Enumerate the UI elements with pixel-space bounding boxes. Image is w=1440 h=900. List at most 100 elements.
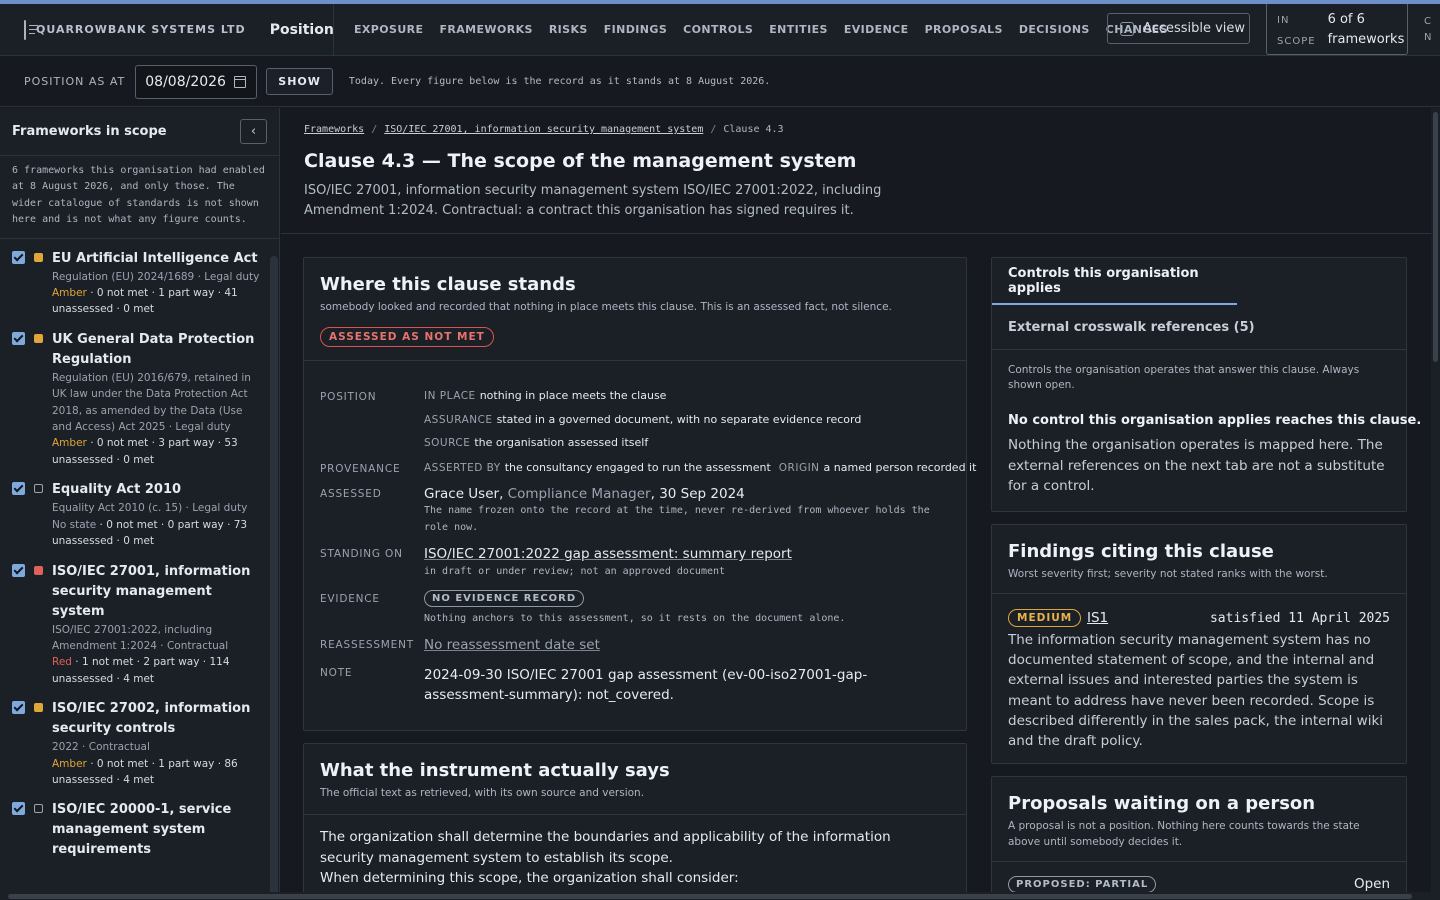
framework-item[interactable]: UK General Data Protection Regulation Re… [0, 318, 279, 468]
controls-note: Controls the organisation operates that … [1008, 364, 1360, 391]
evidence-note: Nothing anchors to this assessment, so i… [424, 613, 846, 624]
tab-controls-applied[interactable]: Controls this organisation applies [992, 258, 1237, 305]
framework-checkbox[interactable] [12, 802, 25, 816]
standing-note: in draft or under review; not an approve… [424, 566, 726, 577]
position-bar: POSITION AS AT 08/08/2026 SHOW Today. Ev… [0, 57, 1440, 107]
collapse-sidebar-button[interactable]: ‹ [240, 119, 267, 144]
evidence-row-label: EVIDENCE [320, 593, 380, 605]
position-date-value: 08/08/2026 [145, 73, 226, 90]
proposals-subtitle: A proposal is not a position. Nothing he… [1008, 820, 1360, 848]
finding-status: satisfied 11 April 2025 [1209, 611, 1390, 626]
proposals-card: Proposals waiting on a person A proposal… [991, 776, 1407, 892]
nav-exposure[interactable]: EXPOSURE [354, 23, 423, 36]
framework-name[interactable]: UK General Data Protection Regulation [52, 330, 265, 370]
rag-status-icon [34, 703, 43, 713]
in-place-value: IN PLACE nothing in place meets the claus… [424, 389, 667, 402]
framework-counts: Amber · 0 not met · 3 part way · 53 unas… [52, 437, 238, 466]
framework-counts: Amber · 0 not met · 1 part way · 86 unas… [52, 757, 238, 786]
proposal-status[interactable]: Open [1354, 876, 1390, 892]
instrument-title: What the instrument actually says [320, 760, 670, 781]
brand-name: QUARROWBANK SYSTEMS LTD [36, 23, 246, 36]
reassessment-value[interactable]: No reassessment date set [424, 637, 600, 653]
section-title: Position [269, 21, 334, 38]
framework-checkbox[interactable] [12, 482, 25, 496]
source-value: SOURCE the organisation assessed itself [424, 436, 649, 449]
breadcrumb-framework[interactable]: ISO/IEC 27001, information security mana… [384, 124, 703, 135]
rag-status-empty-icon [34, 804, 43, 814]
chevron-left-icon: ‹ [250, 124, 257, 139]
rag-status-icon [34, 252, 43, 262]
assessor-role-link[interactable]: Compliance Manager [508, 486, 651, 502]
page-vertical-scrollbar[interactable] [1431, 108, 1440, 892]
instrument-subtitle: The official text as retrieved, with its… [320, 787, 645, 799]
page-horizontal-scrollbar[interactable] [0, 892, 1440, 900]
main-content: Frameworks / ISO/IEC 27001, information se… [281, 108, 1431, 892]
framework-item[interactable]: ISO/IEC 27002, information security cont… [0, 687, 279, 788]
framework-item[interactable]: Equality Act 2010 Equality Act 2010 (c. … [0, 468, 279, 549]
standing-document-link[interactable]: ISO/IEC 27001:2022 gap assessment: summa… [424, 546, 792, 562]
finding-id-link[interactable]: IS1 [1087, 610, 1108, 626]
accessible-view-checkbox[interactable] [1120, 21, 1134, 36]
calendar-icon[interactable] [234, 75, 247, 88]
provenance-value: ASSERTED BY the consultancy engaged to ru… [424, 461, 977, 474]
proposal-badge: PROPOSED: PARTIAL [1008, 876, 1157, 892]
findings-card: Findings citing this clause Worst severi… [991, 524, 1407, 764]
sidebar-scrollbar[interactable] [270, 256, 278, 900]
reassessment-row-label: REASSESSMENT [320, 639, 414, 651]
breadcrumb-frameworks[interactable]: Frameworks [304, 124, 364, 135]
divider [304, 360, 966, 361]
assessed-value: Grace User, Compliance Manager, 30 Sep 2… [424, 486, 745, 502]
framework-name[interactable]: ISO/IEC 27002, information security cont… [52, 699, 265, 739]
divider [992, 593, 1406, 594]
clipped-header-item[interactable]: CN [1424, 14, 1431, 46]
framework-name[interactable]: EU Artificial Intelligence Act [52, 249, 265, 269]
scope-label: IN SCOPE [1277, 15, 1316, 47]
framework-counts: Red · 1 not met · 2 part way · 114 unass… [52, 656, 230, 685]
framework-list: EU Artificial Intelligence Act Regulatio… [0, 239, 279, 861]
position-date-input[interactable]: 08/08/2026 [135, 64, 258, 99]
nav-risks[interactable]: RISKS [549, 23, 588, 36]
tab-crosswalk-references[interactable]: External crosswalk references (5) [992, 305, 1406, 350]
framework-name[interactable]: ISO/IEC 20000-1, service management syst… [52, 800, 265, 860]
nav-frameworks[interactable]: FRAMEWORKS [439, 23, 532, 36]
framework-checkbox[interactable] [12, 563, 25, 577]
sidebar-header: Frameworks in scope ‹ [0, 108, 279, 156]
framework-checkbox[interactable] [12, 250, 25, 264]
finding-body: The information security management syst… [1008, 632, 1384, 750]
frameworks-sidebar: Frameworks in scope ‹ 6 frameworks this … [0, 108, 280, 900]
nav-findings[interactable]: FINDINGS [604, 23, 667, 36]
brand: QUARROWBANK SYSTEMS LTD Position [0, 3, 334, 56]
framework-name[interactable]: Equality Act 2010 [52, 480, 265, 500]
breadcrumb-current: Clause 4.3 [723, 124, 784, 135]
show-button[interactable]: SHOW [266, 68, 333, 95]
assessed-row-label: ASSESSED [320, 488, 382, 500]
nav-proposals[interactable]: PROPOSALS [925, 23, 1003, 36]
nav-evidence[interactable]: EVIDENCE [844, 23, 909, 36]
framework-item[interactable]: ISO/IEC 27001, information security mana… [0, 550, 279, 688]
framework-checkbox[interactable] [12, 331, 25, 345]
framework-item[interactable]: EU Artificial Intelligence Act Regulatio… [0, 239, 279, 318]
breadcrumb: Frameworks / ISO/IEC 27001, information se… [304, 124, 784, 135]
divider [992, 861, 1406, 862]
position-note: Today. Every figure below is the record … [348, 76, 771, 87]
sidebar-title: Frameworks in scope [12, 124, 167, 139]
framework-counts: No state · 0 not met · 0 part way · 73 u… [52, 518, 248, 548]
nav-entities[interactable]: ENTITIES [769, 23, 828, 36]
framework-checkbox[interactable] [12, 701, 25, 715]
rag-status-empty-icon [34, 484, 43, 494]
nav-controls[interactable]: CONTROLS [683, 23, 753, 36]
status-badge: ASSESSED AS NOT MET [320, 327, 494, 347]
accessible-view-toggle[interactable]: Accessible view [1107, 13, 1250, 44]
framework-item[interactable]: ISO/IEC 20000-1, service management syst… [0, 788, 279, 860]
framework-counts: Amber · 0 not met · 1 part way · 41 unas… [52, 287, 238, 316]
note-value: 2024-09-30 ISO/IEC 27001 gap assessment … [424, 667, 868, 703]
document-icon [24, 19, 38, 40]
framework-name[interactable]: ISO/IEC 27001, information security mana… [52, 562, 265, 622]
assurance-value: ASSURANCE stated in a governed document, … [424, 413, 862, 426]
page-subtitle: ISO/IEC 27001, information security mana… [304, 183, 882, 218]
sidebar-description: 6 frameworks this organisation had enabl… [0, 156, 279, 239]
nav-decisions[interactable]: DECISIONS [1019, 23, 1090, 36]
assessed-note: The name frozen onto the record at the t… [424, 505, 930, 533]
scope-indicator[interactable]: IN SCOPE 6 of 6 frameworks [1266, 4, 1408, 55]
provenance-row-label: PROVENANCE [320, 463, 401, 475]
